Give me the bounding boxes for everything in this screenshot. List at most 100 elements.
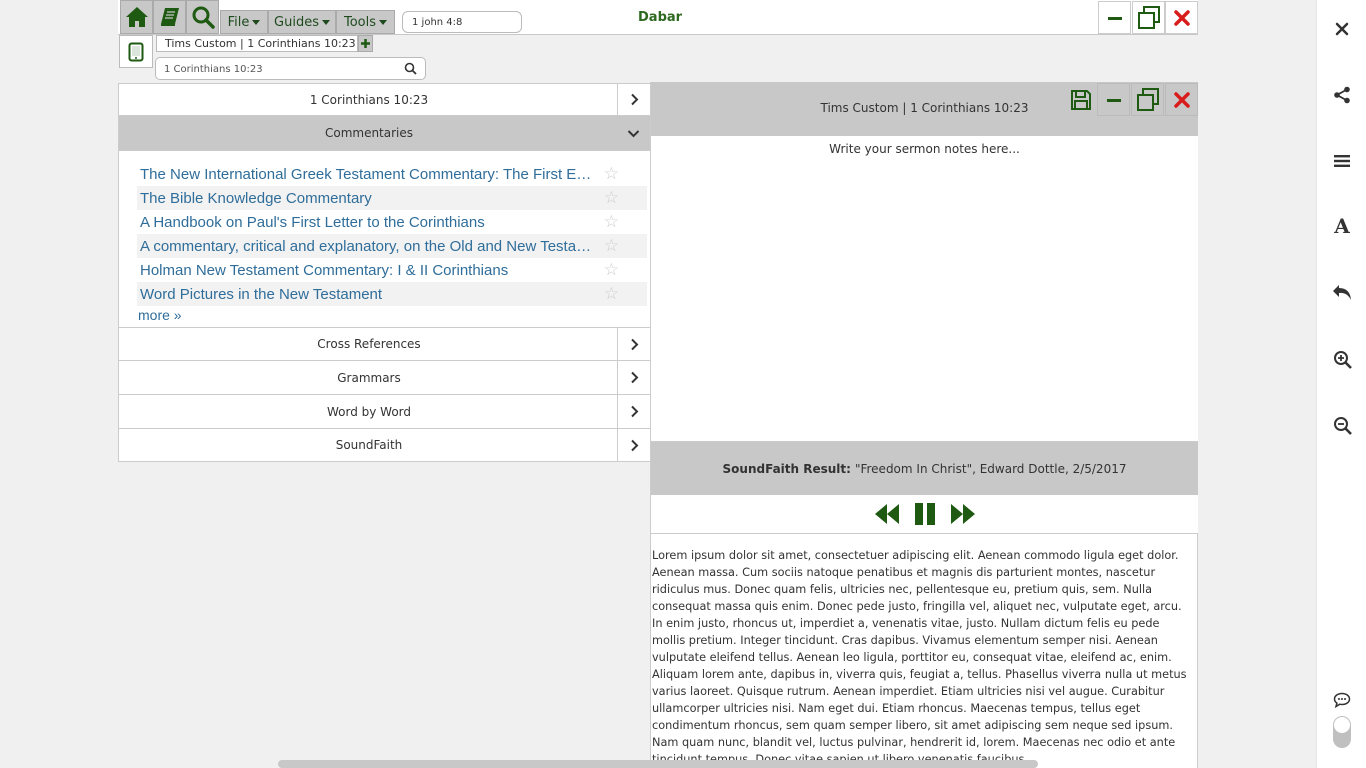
cross-references-row[interactable]: Cross References bbox=[119, 327, 650, 361]
soundfaith-result-bar: SoundFaith Result: "Freedom In Christ", … bbox=[651, 442, 1198, 495]
collapse-commentaries-button[interactable] bbox=[617, 116, 650, 150]
commentaries-label: Commentaries bbox=[324, 126, 414, 140]
chevron-right-icon bbox=[630, 93, 638, 106]
expand-soundfaith-button[interactable] bbox=[617, 429, 650, 461]
reference-search-input[interactable] bbox=[164, 62, 399, 76]
close-panel-button[interactable] bbox=[1165, 83, 1198, 116]
chevron-right-icon bbox=[630, 439, 638, 451]
expand-word-by-word-button[interactable] bbox=[617, 395, 650, 428]
soundfaith-result-label: SoundFaith Result: bbox=[722, 461, 851, 476]
pause-icon[interactable] bbox=[914, 502, 936, 526]
zoom-out-button[interactable] bbox=[1330, 413, 1354, 437]
close-sidebar-button[interactable] bbox=[1330, 17, 1354, 41]
star-icon[interactable]: ☆ bbox=[604, 261, 619, 279]
star-icon[interactable]: ☆ bbox=[604, 189, 619, 207]
search-icon bbox=[192, 6, 215, 29]
soundfaith-result-text: "Freedom In Christ", Edward Dottle, 2/5/… bbox=[854, 461, 1127, 476]
top-toolbar: File Guides Tools Dabar bbox=[118, 0, 1198, 35]
list-item[interactable]: A commentary, critical and explanatory, … bbox=[137, 234, 647, 258]
commentary-list: The New International Greek Testament Co… bbox=[137, 162, 647, 323]
sidebar-scroll-toggle[interactable] bbox=[1333, 716, 1351, 748]
list-item[interactable]: A Handbook on Paul's First Letter to the… bbox=[137, 210, 647, 234]
chevron-down-icon bbox=[379, 19, 388, 25]
share-button[interactable] bbox=[1330, 83, 1354, 107]
search-button[interactable] bbox=[186, 0, 219, 34]
resource-panel: 1 Corinthians 10:23 Commentaries The New… bbox=[118, 83, 651, 462]
horizontal-scrollbar[interactable] bbox=[278, 760, 1038, 768]
minimize-icon bbox=[1107, 16, 1122, 20]
device-view-button[interactable] bbox=[119, 35, 153, 68]
zoom-out-icon bbox=[1333, 416, 1352, 435]
close-window-button[interactable] bbox=[1165, 1, 1198, 34]
library-button[interactable] bbox=[153, 0, 186, 34]
guides-menu[interactable]: Guides bbox=[268, 10, 336, 34]
notes-panel-header: Tims Custom | 1 Corinthians 10:23 bbox=[651, 82, 1198, 136]
restore-window-button[interactable] bbox=[1132, 1, 1165, 34]
list-item[interactable]: Word Pictures in the New Testament ☆ bbox=[137, 282, 647, 306]
star-icon[interactable]: ☆ bbox=[604, 237, 619, 255]
grammars-label: Grammars bbox=[337, 370, 401, 385]
commentary-link[interactable]: A Handbook on Paul's First Letter to the… bbox=[140, 214, 485, 231]
chevron-down-icon bbox=[321, 19, 330, 25]
expand-cross-references-button[interactable] bbox=[617, 328, 650, 360]
soundfaith-row[interactable]: SoundFaith bbox=[119, 429, 650, 461]
expand-passage-button[interactable] bbox=[617, 84, 650, 115]
commentary-link[interactable]: Word Pictures in the New Testament bbox=[140, 286, 382, 303]
minimize-window-button[interactable] bbox=[1098, 1, 1131, 34]
commentary-link[interactable]: The New International Greek Testament Co… bbox=[140, 166, 595, 183]
chevron-down-icon bbox=[252, 19, 261, 25]
commentary-link[interactable]: A commentary, critical and explanatory, … bbox=[140, 238, 595, 255]
quick-search-input[interactable] bbox=[402, 11, 522, 33]
right-sidebar: A bbox=[1316, 0, 1366, 768]
search-icon[interactable] bbox=[404, 62, 417, 75]
passage-label: 1 Corinthians 10:23 bbox=[309, 92, 429, 107]
restore-panel-button[interactable] bbox=[1131, 83, 1164, 116]
commentaries-header[interactable]: Commentaries bbox=[119, 116, 650, 151]
menu-button[interactable] bbox=[1330, 149, 1354, 173]
more-commentaries-link[interactable]: more » bbox=[137, 307, 647, 323]
word-by-word-row[interactable]: Word by Word bbox=[119, 395, 650, 429]
sermon-notes-editor[interactable]: Write your sermon notes here... bbox=[651, 136, 1198, 442]
app-title: Dabar bbox=[638, 10, 683, 25]
restore-icon bbox=[1136, 87, 1159, 111]
fast-forward-icon[interactable] bbox=[950, 502, 976, 526]
chevron-down-icon bbox=[627, 129, 640, 137]
font-icon[interactable]: A bbox=[1330, 214, 1354, 238]
home-button[interactable] bbox=[120, 0, 153, 34]
commentary-link[interactable]: Holman New Testament Commentary: I & II … bbox=[140, 262, 508, 279]
share-icon bbox=[1334, 86, 1350, 104]
star-icon[interactable]: ☆ bbox=[604, 213, 619, 231]
undo-button[interactable] bbox=[1330, 280, 1354, 304]
passage-row[interactable]: 1 Corinthians 10:23 bbox=[119, 84, 650, 116]
list-item[interactable]: Holman New Testament Commentary: I & II … bbox=[137, 258, 647, 282]
home-icon bbox=[125, 7, 148, 27]
guides-menu-label: Guides bbox=[274, 14, 319, 30]
tablet-icon bbox=[128, 42, 144, 61]
chevron-right-icon bbox=[630, 405, 638, 418]
commentary-link[interactable]: The Bible Knowledge Commentary bbox=[140, 190, 372, 207]
undo-icon bbox=[1333, 285, 1351, 300]
menu-icon bbox=[1334, 155, 1350, 167]
minimize-panel-button[interactable] bbox=[1097, 83, 1130, 116]
soundfaith-label: SoundFaith bbox=[335, 438, 403, 452]
word-by-word-label: Word by Word bbox=[326, 404, 412, 419]
tools-menu[interactable]: Tools bbox=[336, 10, 395, 34]
file-menu-label: File bbox=[227, 14, 250, 30]
save-button[interactable] bbox=[1064, 83, 1097, 116]
reference-search-box bbox=[155, 57, 426, 80]
star-icon[interactable]: ☆ bbox=[604, 165, 619, 183]
chat-button[interactable] bbox=[1330, 688, 1354, 712]
expand-grammars-button[interactable] bbox=[617, 361, 650, 394]
list-item[interactable]: The Bible Knowledge Commentary ☆ bbox=[137, 186, 647, 210]
cross-references-label: Cross References bbox=[317, 337, 421, 351]
rewind-icon[interactable] bbox=[874, 502, 900, 526]
chevron-right-icon bbox=[630, 338, 638, 350]
grammars-row[interactable]: Grammars bbox=[119, 361, 650, 395]
star-icon[interactable]: ☆ bbox=[604, 285, 619, 303]
add-tab-button[interactable] bbox=[358, 35, 373, 52]
list-item[interactable]: The New International Greek Testament Co… bbox=[137, 162, 647, 186]
file-menu[interactable]: File bbox=[220, 10, 268, 34]
zoom-in-button[interactable] bbox=[1330, 347, 1354, 371]
tools-menu-label: Tools bbox=[343, 14, 377, 30]
tab-custom-layout[interactable]: Tims Custom | 1 Corinthians 10:23 bbox=[156, 35, 358, 52]
